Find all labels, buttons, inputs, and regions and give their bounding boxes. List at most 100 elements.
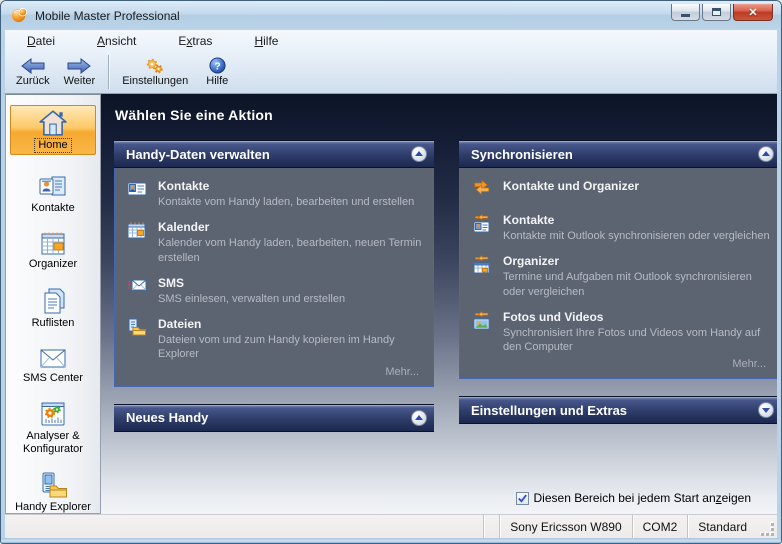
- startup-checkbox-label: Diesen Bereich bei jedem Start anzeigen: [534, 491, 751, 505]
- back-button[interactable]: Zurück: [9, 51, 57, 93]
- handy-explorer-icon: [38, 471, 68, 499]
- sidebar-item-label: SMS Center: [23, 372, 83, 385]
- sync-arrows-icon: [472, 179, 492, 202]
- startup-checkbox[interactable]: [516, 492, 529, 505]
- analyser-icon: [39, 400, 67, 428]
- svg-text:?: ?: [214, 61, 220, 72]
- panel-title: Handy-Daten verwalten: [126, 147, 411, 162]
- status-bar: Sony Ericsson W890 COM2 Standard: [5, 514, 777, 538]
- panel-title: Synchronisieren: [471, 147, 758, 162]
- panel-header-einstellungen-extras[interactable]: Einstellungen und Extras: [459, 396, 777, 424]
- check-icon: [517, 493, 528, 504]
- settings-button[interactable]: Einstellungen: [115, 51, 195, 93]
- action-title: Kalender: [158, 220, 423, 234]
- action-kalender[interactable]: Kalender Kalender vom Handy laden, bearb…: [127, 220, 423, 265]
- panel-title: Neues Handy: [126, 410, 411, 425]
- chevron-up-icon: [415, 415, 423, 420]
- action-dateien[interactable]: Dateien Dateien vom und zum Handy kopier…: [127, 317, 423, 362]
- toolbar: Zurück Weiter Einstellungen ?: [5, 51, 777, 94]
- action-title: Fotos und Videos: [503, 310, 770, 324]
- menu-hilfe[interactable]: Hilfe: [244, 32, 288, 50]
- home-icon: [38, 109, 68, 137]
- startup-checkbox-row: Diesen Bereich bei jedem Start anzeigen: [516, 491, 751, 505]
- organizer-icon: [38, 230, 68, 256]
- sidebar-item-analyser-konfigurator[interactable]: Analyser & Konfigurator: [10, 400, 96, 455]
- help-icon: ?: [209, 57, 226, 74]
- action-title: Kontakte: [503, 213, 770, 227]
- maximize-button[interactable]: [702, 4, 731, 21]
- minimize-button[interactable]: [671, 4, 700, 21]
- status-profile: Standard: [687, 515, 757, 538]
- sidebar-item-sms-center[interactable]: SMS Center: [10, 346, 96, 385]
- sidebar-item-ruflisten[interactable]: Ruflisten: [10, 287, 96, 330]
- app-window: Mobile Master Professional ✕ Datei Ansic…: [0, 0, 782, 544]
- collapse-button[interactable]: [411, 410, 427, 426]
- panel-body-synchronisieren: Kontakte und Organizer: [459, 168, 777, 379]
- sidebar-item-label: Organizer: [29, 258, 77, 271]
- sidebar-item-kontakte[interactable]: Kontakte: [10, 174, 96, 215]
- contact-card-icon: [127, 179, 147, 209]
- action-kontakte-und-organizer[interactable]: Kontakte und Organizer: [472, 179, 770, 202]
- expand-button[interactable]: [758, 402, 774, 418]
- panel-header-synchronisieren[interactable]: Synchronisieren: [459, 140, 777, 168]
- window-title: Mobile Master Professional: [35, 9, 671, 23]
- action-title: Organizer: [503, 254, 770, 268]
- status-port: COM2: [632, 515, 688, 538]
- action-sync-organizer[interactable]: Organizer Termine und Aufgaben mit Outlo…: [472, 254, 770, 299]
- action-sync-kontakte[interactable]: Kontakte Kontakte mit Outlook synchronis…: [472, 213, 770, 243]
- status-cell-empty: [483, 515, 499, 538]
- action-desc: Synchronisiert Ihre Fotos und Videos vom…: [503, 326, 770, 355]
- sidebar-item-label: Handy Explorer: [15, 501, 91, 514]
- action-desc: Termine und Aufgaben mit Outlook synchro…: [503, 270, 770, 299]
- sync-organizer-icon: [472, 254, 492, 299]
- chevron-down-icon: [762, 408, 770, 413]
- window-bottom-frame: [1, 538, 781, 543]
- panel-body-handy-daten: Kontakte Kontakte vom Handy laden, bearb…: [114, 168, 434, 387]
- contacts-icon: [38, 174, 68, 200]
- page-title: Wählen Sie eine Aktion: [101, 94, 777, 123]
- action-kontakte[interactable]: Kontakte Kontakte vom Handy laden, bearb…: [127, 179, 423, 209]
- panel-header-handy-daten[interactable]: Handy-Daten verwalten: [114, 140, 434, 168]
- menu-bar: Datei Ansicht Extras Hilfe: [5, 30, 777, 51]
- chevron-up-icon: [415, 151, 423, 156]
- action-sms[interactable]: SMS SMS einlesen, verwalten und erstelle…: [127, 276, 423, 306]
- close-icon: ✕: [748, 6, 757, 19]
- menu-datei[interactable]: Datei: [17, 32, 65, 50]
- action-fotos-und-videos[interactable]: Fotos und Videos Synchronisiert Ihre Fot…: [472, 310, 770, 355]
- collapse-button[interactable]: [411, 146, 427, 162]
- action-title: SMS: [158, 276, 345, 290]
- more-link-handy-daten[interactable]: Mehr...: [127, 366, 423, 383]
- toolbar-separator: [108, 55, 109, 89]
- action-desc: Dateien vom und zum Handy kopieren im Ha…: [158, 333, 423, 362]
- sms-icon: [127, 276, 147, 306]
- action-title: Kontakte und Organizer: [503, 179, 639, 193]
- chevron-up-icon: [762, 151, 770, 156]
- app-logo-icon: [11, 7, 28, 24]
- sidebar-item-home[interactable]: Home: [10, 105, 96, 155]
- minimize-icon: [681, 14, 690, 17]
- calendar-icon: [127, 220, 147, 265]
- action-desc: Kontakte mit Outlook synchronisieren ode…: [503, 229, 770, 243]
- resize-grip[interactable]: [759, 521, 775, 537]
- panel-title: Einstellungen und Extras: [471, 403, 758, 418]
- collapse-button[interactable]: [758, 146, 774, 162]
- sidebar-item-handy-explorer[interactable]: Handy Explorer: [10, 471, 96, 514]
- maximize-icon: [712, 8, 721, 16]
- menu-extras[interactable]: Extras: [168, 32, 222, 50]
- sidebar: Home Kontakte: [5, 94, 101, 514]
- sidebar-item-label: Ruflisten: [32, 317, 75, 330]
- forward-button[interactable]: Weiter: [57, 51, 103, 93]
- close-button[interactable]: ✕: [733, 4, 773, 21]
- help-button[interactable]: ? Hilfe: [195, 51, 239, 93]
- title-bar: Mobile Master Professional ✕: [1, 1, 781, 30]
- forward-arrow-icon: [67, 58, 91, 74]
- sidebar-item-label: Analyser & Konfigurator: [10, 430, 96, 455]
- more-link-synchronisieren[interactable]: Mehr...: [472, 358, 770, 375]
- sms-center-icon: [38, 346, 68, 370]
- panel-header-neues-handy[interactable]: Neues Handy: [114, 404, 434, 432]
- sync-contacts-icon: [472, 213, 492, 243]
- action-title: Kontakte: [158, 179, 414, 193]
- action-title: Dateien: [158, 317, 423, 331]
- sidebar-item-organizer[interactable]: Organizer: [10, 230, 96, 271]
- menu-ansicht[interactable]: Ansicht: [87, 32, 146, 50]
